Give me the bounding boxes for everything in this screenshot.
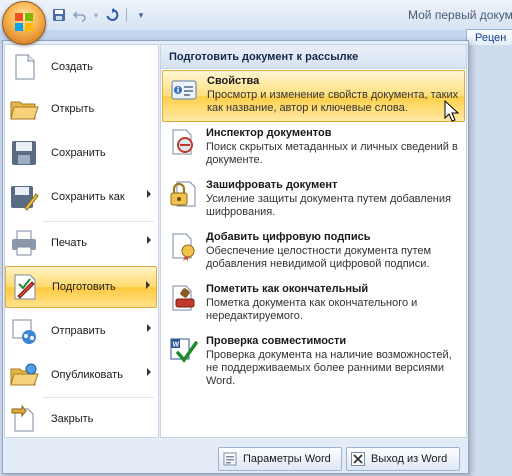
menu-item-label: Подготовить (52, 281, 116, 293)
new-document-icon (9, 52, 39, 82)
submenu-item-properties[interactable]: Свойства Просмотр и изменение свойств до… (162, 70, 465, 122)
submenu-item-title: Зашифровать документ (206, 179, 338, 191)
menu-item-new[interactable]: Создать (5, 46, 157, 88)
publish-icon (9, 360, 39, 390)
submenu-arrow-icon (147, 368, 151, 376)
close-document-icon (9, 404, 39, 434)
floppy-icon[interactable] (50, 6, 68, 24)
quick-access-toolbar: ▾ ▾ (50, 6, 150, 24)
customize-qat-icon[interactable]: ▾ (132, 6, 150, 24)
exit-word-button[interactable]: Выход из Word (346, 447, 460, 471)
submenu-arrow-icon (147, 324, 151, 332)
menu-item-label: Сохранить (51, 147, 106, 159)
send-icon (9, 316, 39, 346)
printer-icon (9, 228, 39, 258)
prepare-icon (10, 272, 40, 302)
menu-item-prepare[interactable]: Подготовить (5, 266, 157, 308)
close-icon (351, 452, 365, 466)
submenu-item-title: Пометить как окончательный (206, 283, 369, 295)
encrypt-icon (168, 179, 198, 209)
qat-separator (126, 8, 127, 22)
menu-item-open[interactable]: Открыть (5, 88, 157, 130)
menu-item-close[interactable]: Закрыть (5, 398, 157, 440)
submenu-item-title: Инспектор документов (206, 127, 332, 139)
word-options-label: Параметры Word (243, 453, 331, 465)
office-logo-icon (15, 13, 33, 31)
open-folder-icon (9, 94, 39, 124)
mouse-cursor-icon (444, 100, 460, 122)
submenu-item-title: Проверка совместимости (206, 335, 347, 347)
submenu-item-mark-final[interactable]: Пометить как окончательный Пометка докум… (162, 279, 465, 331)
submenu-item-description: Усиление защиты документа путем добавлен… (206, 193, 451, 218)
submenu-item-digital-signature[interactable]: Добавить цифровую подпись Обеспечение це… (162, 227, 465, 279)
menu-item-label: Создать (51, 61, 93, 73)
menu-item-save-as[interactable]: Сохранить как (5, 176, 157, 218)
menu-item-publish[interactable]: Опубликовать (5, 354, 157, 396)
submenu-item-title: Свойства (207, 75, 260, 87)
menu-item-send[interactable]: Отправить (5, 310, 157, 352)
submenu-item-title: Добавить цифровую подпись (206, 231, 371, 243)
undo-icon[interactable] (71, 6, 89, 24)
undo-dropdown-icon[interactable]: ▾ (92, 6, 100, 24)
menu-item-print[interactable]: Печать (5, 222, 157, 264)
redo-icon[interactable] (103, 6, 121, 24)
menu-item-label: Закрыть (51, 413, 94, 425)
submenu-item-description: Пометка документа как окончательного и н… (206, 297, 418, 322)
office-button[interactable] (2, 1, 46, 45)
submenu-item-description: Обеспечение целостности документа путем … (206, 245, 432, 270)
submenu-item-encrypt[interactable]: Зашифровать документ Усиление защиты док… (162, 175, 465, 227)
menu-item-label: Открыть (51, 103, 95, 115)
compatibility-check-icon: W (168, 335, 198, 365)
menu-item-label: Сохранить как (51, 191, 125, 203)
menu-item-save[interactable]: Сохранить (5, 132, 157, 174)
submenu-arrow-icon (147, 190, 151, 198)
mark-final-icon (168, 283, 198, 313)
submenu-item-description: Просмотр и изменение свойств документа, … (207, 89, 459, 114)
submenu-arrow-icon (146, 281, 150, 289)
properties-icon (169, 75, 199, 105)
tab-review[interactable]: Рецен (466, 29, 512, 45)
menu-item-label: Отправить (51, 325, 106, 337)
options-icon (223, 452, 237, 466)
submenu-item-description: Поиск скрытых метаданных и личных сведен… (206, 141, 458, 166)
save-as-icon (9, 182, 39, 212)
digital-signature-icon (168, 231, 198, 261)
submenu-header: Подготовить документ к рассылке (161, 45, 466, 69)
submenu-item-description: Проверка документа на наличие возможност… (206, 349, 452, 387)
word-options-button[interactable]: Параметры Word (218, 447, 342, 471)
inspector-icon (168, 127, 198, 157)
exit-word-label: Выход из Word (371, 453, 448, 465)
window-title: Мой первый докуме (408, 8, 512, 22)
menu-item-label: Печать (51, 237, 88, 249)
save-icon (9, 138, 39, 168)
submenu-arrow-icon (147, 236, 151, 244)
submenu-item-inspector[interactable]: Инспектор документов Поиск скрытых метад… (162, 123, 465, 175)
menu-item-label: Опубликовать (51, 369, 123, 381)
submenu-item-compatibility[interactable]: W Проверка совместимости Проверка докуме… (162, 331, 465, 387)
svg-text:W: W (173, 342, 180, 349)
